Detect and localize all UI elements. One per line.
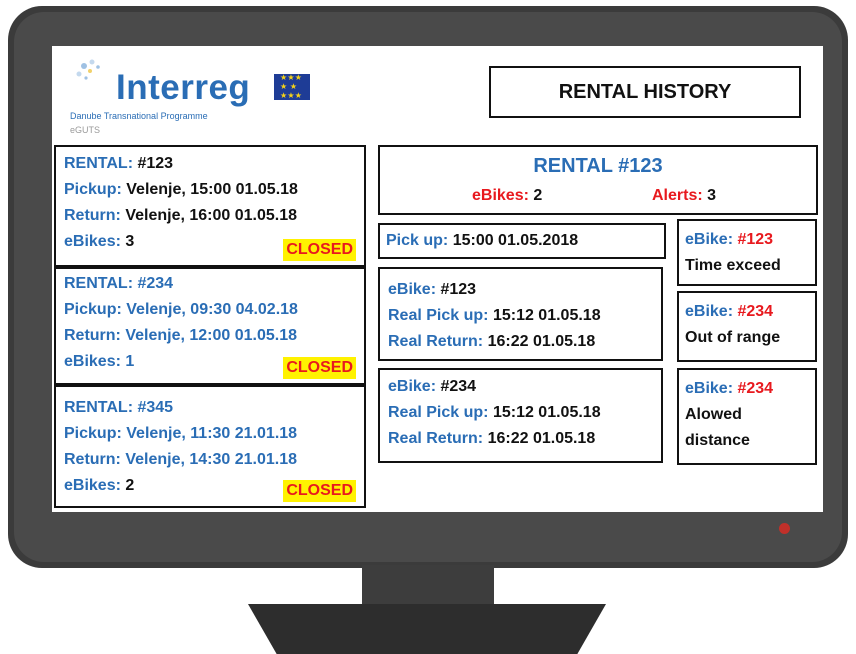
alert-ebike-id: #234 [737, 380, 774, 397]
page-title: RENTAL HISTORY [489, 66, 801, 118]
alert-message: Time exceed [685, 257, 781, 274]
pickup-value: Velenje, 15:00 01.05.18 [126, 181, 298, 198]
status-badge: CLOSED [283, 480, 356, 502]
pickup-time-box: Pick up: 15:00 01.05.2018 [378, 223, 666, 259]
ebike-detail-card[interactable]: eBike: #123 Real Pick up: 15:12 01.05.18… [378, 267, 663, 361]
eu-flag-icon: ★ ★ ★ ★ ★ ★ ★ ★ [274, 73, 310, 100]
rental-id: #345 [137, 399, 174, 416]
status-badge: CLOSED [283, 357, 356, 379]
pickup-label: Pick up: [386, 232, 449, 249]
ebikes-label: eBikes: [64, 353, 121, 370]
logo-project: eGUTS [70, 125, 101, 135]
real-pickup-value: 15:12 01.05.18 [492, 307, 601, 324]
detail-title: RENTAL #123 [533, 155, 663, 177]
return-label: Return: [64, 451, 121, 468]
alert-card[interactable]: eBike: #123 Time exceed [677, 219, 817, 286]
interreg-logo: Interreg ★ ★ ★ ★ ★ ★ ★ ★ Danube Transnatio… [62, 50, 320, 144]
monitor-stand-neck [362, 565, 494, 607]
pickup-value: 15:00 01.05.2018 [452, 232, 579, 249]
alert-card[interactable]: eBike: #234 Alowed distance [677, 368, 817, 465]
ebikes-count: 3 [125, 233, 135, 250]
rental-id: #123 [137, 155, 174, 172]
ebike-label: eBike: [388, 378, 437, 395]
ebikes-count: 2 [125, 477, 135, 494]
power-indicator [779, 523, 790, 534]
detail-alerts-count: 3 [707, 187, 717, 204]
alert-message: Alowed distance [685, 406, 750, 449]
alert-message: Out of range [685, 329, 781, 346]
logo-program: Danube Transnational Programme [70, 111, 208, 121]
status-badge: CLOSED [283, 239, 356, 261]
monitor-stand-base [248, 604, 606, 654]
real-return-value: 16:22 01.05.18 [487, 333, 596, 350]
pickup-label: Pickup: [64, 425, 122, 442]
return-label: Return: [64, 327, 121, 344]
rental-label: RENTAL: [64, 399, 134, 416]
ebikes-label: eBikes: [64, 233, 121, 250]
return-label: Return: [64, 207, 121, 224]
ebike-id: #234 [440, 378, 477, 395]
logo-brand: Interreg [116, 68, 251, 107]
real-pickup-label: Real Pick up: [388, 404, 489, 421]
pickup-value: Velenje, 11:30 21.01.18 [126, 425, 298, 442]
return-value: Velenje, 14:30 21.01.18 [125, 451, 298, 468]
detail-ebikes-label: eBikes: [472, 187, 529, 204]
detail-ebikes-count: 2 [533, 187, 543, 204]
ebikes-label: eBikes: [64, 477, 121, 494]
pickup-label: Pickup: [64, 301, 122, 318]
alert-ebike-label: eBike: [685, 380, 734, 397]
ebike-label: eBike: [388, 281, 437, 298]
real-return-label: Real Return: [388, 430, 484, 447]
pickup-label: Pickup: [64, 181, 122, 198]
rental-label: RENTAL: [64, 275, 134, 292]
return-value: Velenje, 16:00 01.05.18 [125, 207, 298, 224]
ebike-detail-card[interactable]: eBike: #234 Real Pick up: 15:12 01.05.18… [378, 368, 663, 463]
real-return-value: 16:22 01.05.18 [487, 430, 596, 447]
detail-alerts-label: Alerts: [652, 187, 703, 204]
rental-id: #234 [137, 275, 174, 292]
return-value: Velenje, 12:00 01.05.18 [125, 327, 298, 344]
rental-label: RENTAL: [64, 155, 134, 172]
sparkle-icon [76, 59, 100, 80]
rental-card[interactable]: RENTAL: #345 Pickup: Velenje, 11:30 21.0… [54, 385, 366, 508]
rental-card[interactable]: RENTAL: #123 Pickup: Velenje, 15:00 01.0… [54, 145, 366, 267]
pickup-value: Velenje, 09:30 04.02.18 [126, 301, 298, 318]
real-return-label: Real Return: [388, 333, 484, 350]
real-pickup-value: 15:12 01.05.18 [492, 404, 601, 421]
alert-ebike-label: eBike: [685, 231, 734, 248]
real-pickup-label: Real Pick up: [388, 307, 489, 324]
rental-detail-header: RENTAL #123 eBikes: 2 Alerts: 3 [378, 145, 818, 215]
rental-card[interactable]: RENTAL: #234 Pickup: Velenje, 09:30 04.0… [54, 267, 366, 385]
ebikes-count: 1 [125, 353, 135, 370]
alert-ebike-label: eBike: [685, 303, 734, 320]
alert-ebike-id: #234 [737, 303, 774, 320]
alert-card[interactable]: eBike: #234 Out of range [677, 291, 817, 362]
alert-ebike-id: #123 [737, 231, 774, 248]
ebike-id: #123 [440, 281, 477, 298]
